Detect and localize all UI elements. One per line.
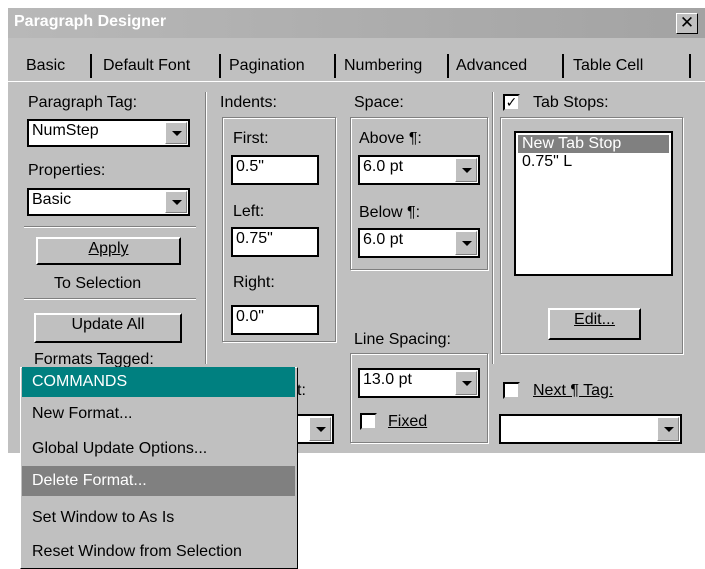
menu-item-set-window-as-is[interactable]: Set Window to As Is — [22, 503, 295, 533]
tab-separator — [334, 54, 336, 78]
edit-tab-stop-button[interactable]: Edit... — [548, 308, 641, 340]
next-tag-checkbox[interactable] — [503, 382, 520, 399]
update-all-button[interactable]: Update All — [34, 313, 182, 343]
chevron-down-icon[interactable] — [455, 158, 477, 182]
first-indent-field[interactable]: 0.5" — [231, 155, 319, 185]
apply-button[interactable]: Apply — [36, 237, 181, 265]
tab-table-cell[interactable]: Table Cell — [573, 56, 643, 76]
tab-basic[interactable]: Basic — [26, 56, 65, 76]
above-value: 6.0 pt — [363, 158, 404, 175]
below-value: 6.0 pt — [363, 231, 404, 248]
tab-separator — [562, 54, 564, 78]
first-indent-label: First: — [233, 130, 269, 147]
tab-default-font[interactable]: Default Font — [103, 56, 190, 76]
below-dropdown[interactable]: 6.0 pt — [358, 228, 480, 258]
above-dropdown[interactable]: 6.0 pt — [358, 155, 480, 185]
properties-value: Basic — [32, 191, 72, 208]
space-label: Space: — [354, 94, 404, 111]
menu-item-delete-format[interactable]: Delete Format... — [22, 466, 295, 496]
fixed-label-text: Fixed — [388, 413, 428, 430]
partial-label: t: — [297, 382, 306, 399]
tab-pagination[interactable]: Pagination — [229, 56, 305, 76]
window-title: Paragraph Designer — [14, 13, 167, 30]
close-icon: ✕ — [679, 13, 695, 32]
tab-stop-item[interactable]: New Tab Stop — [518, 135, 669, 153]
check-icon: ✓ — [505, 94, 518, 110]
properties-label: Properties: — [28, 162, 106, 179]
fixed-checkbox[interactable] — [360, 413, 377, 430]
tab-advanced[interactable]: Advanced — [456, 56, 527, 76]
tab-separator — [689, 54, 691, 78]
next-tag-label: Next ¶ Tag: — [533, 382, 613, 400]
divider — [24, 226, 196, 228]
tab-strip-line — [8, 81, 705, 82]
tab-stop-item[interactable]: 0.75" L — [518, 153, 669, 171]
right-indent-label: Right: — [233, 274, 275, 291]
chevron-down-icon[interactable] — [455, 371, 477, 395]
divider — [24, 298, 196, 300]
paragraph-tag-label: Paragraph Tag: — [28, 94, 138, 111]
menu-item-new-format[interactable]: New Format... — [22, 399, 295, 429]
tab-separator — [447, 54, 449, 78]
tab-stops-checkbox[interactable]: ✓ — [503, 94, 520, 111]
chevron-down-icon[interactable] — [657, 417, 679, 441]
next-tag-dropdown[interactable] — [499, 414, 682, 444]
chevron-down-icon[interactable] — [309, 417, 331, 441]
menu-item-commands[interactable]: COMMANDS — [22, 367, 295, 397]
right-indent-field[interactable]: 0.0" — [231, 305, 319, 335]
above-label: Above ¶: — [359, 130, 422, 147]
tab-numbering[interactable]: Numbering — [344, 56, 422, 76]
properties-dropdown[interactable]: Basic — [27, 188, 190, 216]
indents-label: Indents: — [220, 94, 277, 111]
menu-item-reset-window-from-selection[interactable]: Reset Window from Selection — [22, 537, 295, 567]
apply-button-label: Apply — [88, 240, 129, 257]
tab-separator — [219, 54, 221, 78]
tab-stops-label: Tab Stops: — [533, 94, 609, 111]
formats-tagged-label: Formats Tagged: — [34, 351, 154, 367]
to-selection-label: To Selection — [54, 275, 142, 292]
close-button[interactable]: ✕ — [676, 13, 698, 34]
left-indent-field[interactable]: 0.75" — [231, 227, 319, 257]
next-tag-label-text: Next ¶ Tag: — [533, 382, 614, 399]
fixed-label: Fixed — [388, 413, 427, 431]
chevron-down-icon[interactable] — [165, 191, 187, 213]
update-all-label: Update All — [71, 316, 145, 333]
line-spacing-dropdown[interactable]: 13.0 pt — [358, 368, 480, 398]
chevron-down-icon[interactable] — [165, 122, 187, 144]
chevron-down-icon[interactable] — [455, 231, 477, 255]
edit-button-label: Edit... — [574, 311, 615, 328]
line-spacing-value: 13.0 pt — [363, 371, 412, 388]
left-indent-label: Left: — [233, 203, 265, 220]
tab-stops-list[interactable]: New Tab Stop 0.75" L — [514, 131, 673, 276]
below-label: Below ¶: — [359, 204, 421, 221]
column-divider — [492, 92, 494, 364]
paragraph-tag-value: NumStep — [32, 122, 99, 139]
menu-item-global-update-options[interactable]: Global Update Options... — [22, 434, 295, 464]
line-spacing-label: Line Spacing: — [354, 331, 451, 348]
paragraph-tag-dropdown[interactable]: NumStep — [27, 119, 190, 147]
tab-separator — [90, 54, 92, 78]
column-divider — [205, 92, 207, 364]
